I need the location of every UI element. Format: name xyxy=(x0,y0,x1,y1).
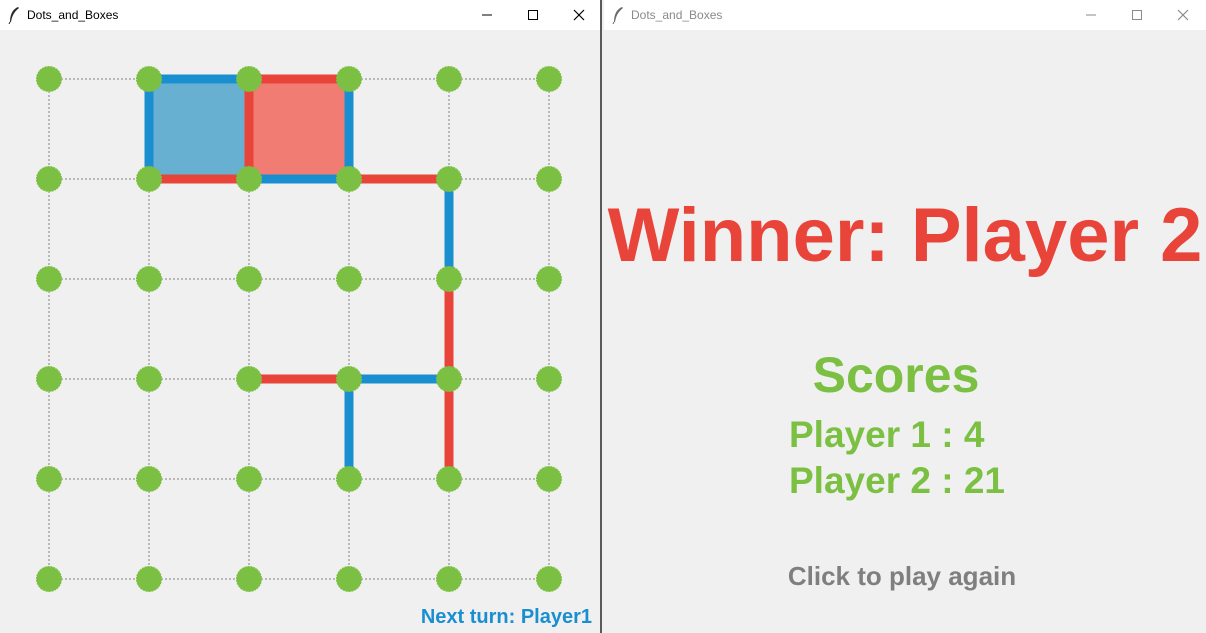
minimize-button[interactable] xyxy=(464,0,510,30)
minimize-button[interactable] xyxy=(1068,0,1114,30)
board-dot xyxy=(236,66,262,92)
board-dot xyxy=(336,66,362,92)
maximize-button[interactable] xyxy=(510,0,556,30)
close-icon xyxy=(573,9,585,21)
board-dot xyxy=(436,266,462,292)
window-title: Dots_and_Boxes xyxy=(631,8,723,22)
window-title: Dots_and_Boxes xyxy=(27,8,119,22)
feather-icon xyxy=(8,7,19,24)
board-dot xyxy=(136,566,162,592)
board-dot xyxy=(536,466,562,492)
board-dot xyxy=(136,166,162,192)
result-canvas[interactable]: Winner: Player 2 Scores Player 1 : 4 Pla… xyxy=(604,30,1206,633)
play-again-prompt[interactable]: Click to play again xyxy=(604,561,1200,592)
board-dot xyxy=(436,566,462,592)
board-dot xyxy=(36,166,62,192)
board-dot xyxy=(436,366,462,392)
player1-score: Player 1 : 4 xyxy=(789,414,985,455)
scores-heading: Scores xyxy=(812,347,980,403)
board-dot xyxy=(536,266,562,292)
board-dot xyxy=(436,166,462,192)
board-dot xyxy=(336,266,362,292)
board-dot xyxy=(36,366,62,392)
minimize-icon xyxy=(1086,14,1096,16)
result-window: Dots_and_Boxes Winner: Player 2 Scores P… xyxy=(604,0,1206,633)
board-dot xyxy=(436,66,462,92)
board-dot xyxy=(336,466,362,492)
title-bar[interactable]: Dots_and_Boxes xyxy=(604,0,1206,30)
board-dot xyxy=(436,466,462,492)
board-dot xyxy=(336,566,362,592)
board-dot xyxy=(136,466,162,492)
board-dot xyxy=(36,266,62,292)
board-dot xyxy=(536,566,562,592)
board-dot xyxy=(36,66,62,92)
title-bar[interactable]: Dots_and_Boxes xyxy=(0,0,600,30)
board-dot xyxy=(36,466,62,492)
board-dot xyxy=(136,266,162,292)
board-dot xyxy=(236,266,262,292)
board-dot xyxy=(336,366,362,392)
feather-icon xyxy=(612,7,623,24)
next-turn-label: Next turn: Player1 xyxy=(420,606,592,628)
maximize-icon xyxy=(528,10,538,20)
winner-text: Winner: Player 2 xyxy=(607,193,1203,278)
maximize-button[interactable] xyxy=(1114,0,1160,30)
board-dot xyxy=(236,566,262,592)
board-dot xyxy=(536,166,562,192)
player2-score: Player 2 : 21 xyxy=(789,460,1005,501)
maximize-icon xyxy=(1132,10,1142,20)
board-dot xyxy=(236,166,262,192)
board-dot xyxy=(536,366,562,392)
board-dot xyxy=(236,466,262,492)
player2-box xyxy=(249,79,349,179)
board-dot xyxy=(36,566,62,592)
board-dot xyxy=(536,66,562,92)
close-button[interactable] xyxy=(1160,0,1206,30)
board-dot xyxy=(336,166,362,192)
player1-box xyxy=(149,79,249,179)
close-button[interactable] xyxy=(556,0,602,30)
board-dot xyxy=(136,366,162,392)
board-dot xyxy=(136,66,162,92)
minimize-icon xyxy=(482,14,492,16)
game-window: Dots_and_Boxes Next turn: Player1 xyxy=(0,0,602,633)
board-dot xyxy=(236,366,262,392)
close-icon xyxy=(1177,9,1189,21)
game-board[interactable] xyxy=(0,30,600,630)
